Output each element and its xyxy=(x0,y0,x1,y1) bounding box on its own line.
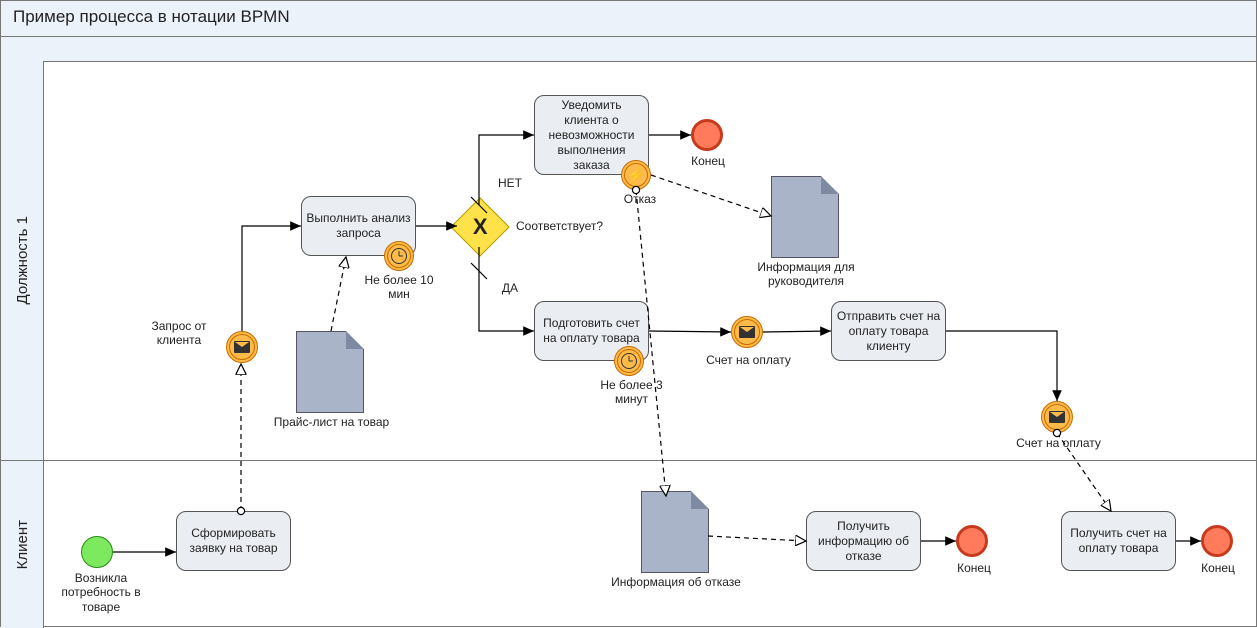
message-event-invoice2[interactable] xyxy=(1041,401,1073,433)
message-event-request[interactable] xyxy=(226,331,258,363)
end-event-2-label: Конец xyxy=(949,561,999,575)
pool-title: Пример процесса в нотации BPMN xyxy=(1,1,1256,37)
end-event-3[interactable] xyxy=(1201,525,1233,557)
gateway-no-label: НЕТ xyxy=(490,176,530,190)
tool-strip xyxy=(1,37,1256,62)
gateway-x-icon: X xyxy=(473,214,488,240)
timer-10min-label: Не более 10 мин xyxy=(364,273,434,302)
message-event-invoice1[interactable] xyxy=(731,316,763,348)
timer-3min-icon[interactable] xyxy=(614,346,644,376)
doc-mgr-info[interactable] xyxy=(771,176,839,258)
envelope-icon xyxy=(234,341,250,353)
doc-pricelist[interactable] xyxy=(296,331,364,413)
gateway-label: Соответствует? xyxy=(516,219,626,233)
doc-refusal-info-label: Информация об отказе xyxy=(611,575,741,589)
envelope-icon-3 xyxy=(1049,411,1065,423)
lane-client-label: Клиент xyxy=(1,461,44,628)
message-event-invoice2-label: Счет на оплату xyxy=(1011,436,1106,450)
diagram-canvas: Пример процесса в нотации BPMN Должность… xyxy=(0,0,1257,627)
envelope-icon-2 xyxy=(739,326,755,338)
doc-pricelist-label: Прайс-лист на товар xyxy=(269,415,394,429)
clock-icon xyxy=(391,248,407,264)
doc-mgr-info-label: Информация для руководителя xyxy=(746,260,866,289)
start-event-label: Возникла потребность в товаре xyxy=(56,571,146,614)
lane-client-text: Клиент xyxy=(14,520,31,569)
task-receive-refusal[interactable]: Получить информацию об отказе xyxy=(806,511,921,571)
task-receive-invoice[interactable]: Получить счет на оплату товара xyxy=(1061,511,1176,571)
start-event-icon[interactable] xyxy=(81,536,113,568)
timer-10min-icon[interactable] xyxy=(384,241,414,271)
end-event-1[interactable] xyxy=(691,119,723,151)
lane-role1-text: Должность 1 xyxy=(14,216,31,304)
task-form-request[interactable]: Сформировать заявку на товар xyxy=(176,511,291,571)
doc-refusal-info[interactable] xyxy=(641,491,709,573)
escalation-event-refusal[interactable]: ⚡ xyxy=(621,160,651,190)
message-event-request-label: Запрос от клиента xyxy=(134,319,224,348)
timer-3min-label: Не более 3 минут xyxy=(594,378,669,407)
message-event-invoice1-label: Счет на оплату xyxy=(701,353,796,367)
end-event-1-label: Конец xyxy=(683,154,733,168)
lane-role1-label: Должность 1 xyxy=(1,61,44,460)
escalation-event-refusal-label: Отказ xyxy=(615,192,665,206)
clock-icon-2 xyxy=(621,353,637,369)
end-event-3-label: Конец xyxy=(1193,561,1243,575)
task-send-invoice[interactable]: Отправить счет на оплату товара клиенту xyxy=(831,301,946,361)
end-event-2[interactable] xyxy=(956,525,988,557)
gateway-yes-label: ДА xyxy=(490,281,530,295)
